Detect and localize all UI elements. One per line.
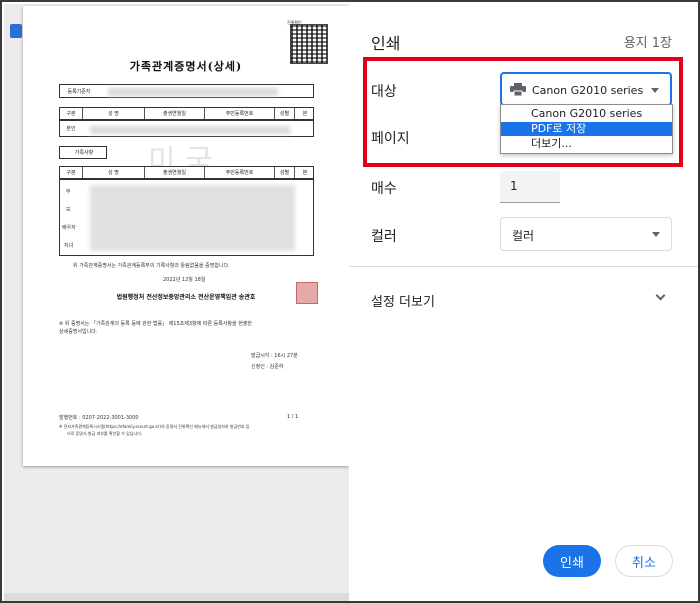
family-rows: 부 모 배우자 자녀: [59, 179, 314, 256]
copies-value: 1: [510, 179, 518, 193]
registration-row: 등록기준지: [59, 84, 314, 98]
principal-row: 본인: [59, 120, 314, 137]
footer-note-2: 으로 증명서 발급 여부를 확인할 수 있습니다.: [67, 431, 143, 436]
family-section-label: 가족사항: [59, 146, 107, 159]
preview-bottom-strip: [4, 593, 349, 601]
browser-tab-icon: [10, 24, 22, 38]
cancel-button[interactable]: 취소: [615, 545, 673, 577]
color-select[interactable]: 컬러: [500, 217, 672, 251]
principal-header-row: 구분 성 명 출생연월일 주민등록번호 성별 본: [59, 107, 314, 120]
footer-note: ※ 전자가족관계등록시스템(https://efamily.scourt.go.…: [59, 424, 250, 429]
print-preview-area[interactable]: 진위확인 가족관계증명서(상세) 미 국 등록기준지 구분 성 명 출생연월일 …: [4, 4, 349, 601]
preview-page: 진위확인 가족관계증명서(상세) 미 국 등록기준지 구분 성 명 출생연월일 …: [23, 6, 349, 466]
note-line-1: ※ 위 증명서는 「가족관계의 등록 등에 관한 법률」 제15조제3항에 따른…: [59, 321, 253, 327]
issue-date: 2022년 12월 18일: [163, 277, 206, 283]
dialog-title: 인쇄: [371, 34, 401, 53]
document-title: 가족관계증명서(상세): [129, 60, 243, 73]
print-settings-panel: 인쇄 용지 1장 대상 Canon G2010 series Canon G20…: [349, 4, 698, 601]
copies-input[interactable]: 1: [500, 171, 560, 203]
expand-chevron-icon[interactable]: [655, 290, 666, 301]
divider: [349, 266, 698, 267]
statement-text: 위 가족관계증명서는 가족관계등록부의 기록사항과 틀림없음을 증명합니다.: [73, 263, 230, 269]
issue-number: 발행번호 : 0207-2022-3001-3000: [59, 415, 139, 421]
registration-label: 등록기준지: [67, 88, 91, 95]
red-highlight-box: [363, 57, 683, 167]
note-line-2: 상세증명서입니다.: [59, 329, 98, 335]
issue-time: 발급시각 : 16시 27분: [251, 353, 298, 359]
copies-label: 매수: [371, 181, 397, 197]
family-header-row: 구분 성 명 출생연월일 주민등록번호 성별 본: [59, 166, 314, 179]
more-settings-toggle[interactable]: 설정 더보기: [371, 291, 435, 310]
sheet-count: 용지 1장: [623, 36, 672, 51]
color-value: 컬러: [512, 229, 535, 243]
page-indicator: 1 / 1: [287, 414, 299, 420]
print-dialog-frame: 진위확인 가족관계증명서(상세) 미 국 등록기준지 구분 성 명 출생연월일 …: [0, 0, 700, 603]
color-label: 컬러: [371, 229, 397, 245]
official-seal: [296, 282, 318, 304]
applicant: 신청인 : 김준하: [251, 364, 284, 370]
chevron-down-icon: [652, 232, 660, 237]
print-button[interactable]: 인쇄: [543, 545, 601, 577]
